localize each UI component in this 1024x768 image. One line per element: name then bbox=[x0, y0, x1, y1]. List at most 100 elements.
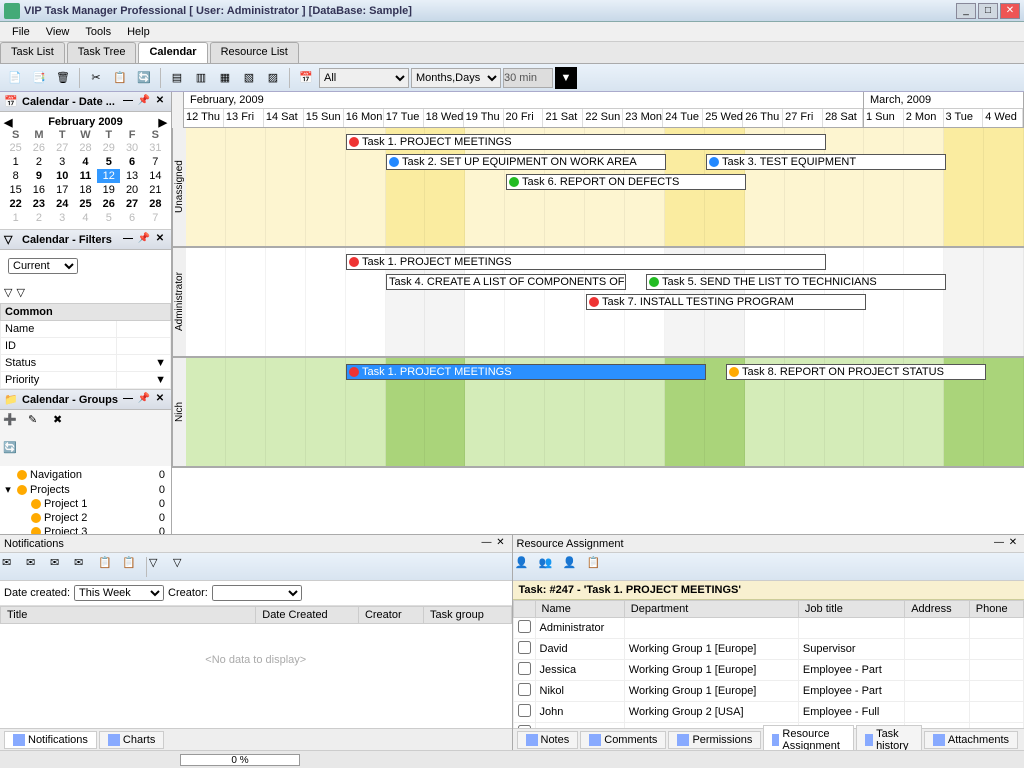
panel-close-icon[interactable]: ✕ bbox=[153, 95, 167, 109]
cal-day[interactable]: 24 bbox=[51, 197, 74, 211]
panel-min-icon[interactable]: — bbox=[121, 233, 135, 247]
cal-day[interactable]: 4 bbox=[74, 211, 97, 225]
date-created-select[interactable]: This Week bbox=[74, 585, 164, 601]
panel-pin-icon[interactable]: 📌 bbox=[137, 233, 151, 247]
notif-btn2[interactable]: ✉ bbox=[26, 556, 48, 578]
group-add-button[interactable]: ➕ bbox=[3, 413, 25, 435]
res-btn3[interactable]: 👤 bbox=[563, 556, 585, 578]
delete-task-button[interactable]: 🗑 bbox=[52, 67, 74, 89]
cal-day[interactable]: 20 bbox=[120, 183, 143, 197]
view4-button[interactable]: ▧ bbox=[238, 67, 260, 89]
cal-day[interactable]: 31 bbox=[144, 141, 167, 155]
notif-btn5[interactable]: 📋 bbox=[98, 556, 120, 578]
assign-checkbox[interactable] bbox=[518, 620, 531, 633]
cal-day[interactable]: 18 bbox=[74, 183, 97, 197]
gantt-day-header[interactable]: 25 Wed bbox=[703, 109, 743, 127]
new-subtask-button[interactable]: 📑 bbox=[28, 67, 50, 89]
cal-day[interactable]: 3 bbox=[51, 155, 74, 169]
cal-day[interactable]: 9 bbox=[27, 169, 50, 183]
notif-btn6[interactable]: 📋 bbox=[122, 556, 144, 578]
btab-charts[interactable]: Charts bbox=[99, 731, 164, 749]
pane-min-icon[interactable]: — bbox=[992, 537, 1006, 551]
res-col-header[interactable]: Job title bbox=[798, 601, 904, 618]
col-title[interactable]: Title bbox=[1, 607, 256, 624]
filter-field[interactable]: ID bbox=[1, 338, 117, 355]
cal-day[interactable]: 17 bbox=[51, 183, 74, 197]
cal-day[interactable]: 28 bbox=[74, 141, 97, 155]
group-refresh-button[interactable]: 🔄 bbox=[3, 441, 25, 463]
cal-day[interactable]: 16 bbox=[27, 183, 50, 197]
scale-select[interactable]: Months,Days bbox=[411, 68, 501, 88]
assign-checkbox[interactable] bbox=[518, 683, 531, 696]
cal-day[interactable]: 5 bbox=[97, 155, 120, 169]
btab-permissions[interactable]: Permissions bbox=[668, 731, 761, 749]
tab-resourcelist[interactable]: Resource List bbox=[210, 42, 299, 63]
gantt-day-header[interactable]: 26 Thu bbox=[743, 109, 783, 127]
cal-day[interactable]: 29 bbox=[97, 141, 120, 155]
res-col-header[interactable] bbox=[513, 601, 535, 618]
panel-pin-icon[interactable]: 📌 bbox=[137, 95, 151, 109]
gantt-day-header[interactable]: 4 Wed bbox=[983, 109, 1023, 127]
cal-day[interactable]: 15 bbox=[4, 183, 27, 197]
gantt-day-header[interactable]: 12 Thu bbox=[184, 109, 224, 127]
tab-tasktree[interactable]: Task Tree bbox=[67, 42, 137, 63]
cal-day[interactable]: 22 bbox=[4, 197, 27, 211]
group-edit-button[interactable]: ✎ bbox=[28, 413, 50, 435]
tree-node[interactable]: Navigation0 bbox=[2, 468, 169, 482]
gantt-day-header[interactable]: 18 Wed bbox=[424, 109, 464, 127]
cal-day[interactable]: 12 bbox=[97, 169, 120, 183]
filter-select[interactable]: All bbox=[319, 68, 409, 88]
tree-node[interactable]: Project 20 bbox=[2, 511, 169, 525]
cal-day[interactable]: 5 bbox=[97, 211, 120, 225]
cal-day[interactable]: 19 bbox=[97, 183, 120, 197]
gantt-task-bar[interactable]: Task 2. SET UP EQUIPMENT ON WORK AREA bbox=[386, 154, 666, 170]
tab-calendar[interactable]: Calendar bbox=[138, 42, 207, 63]
minimize-button[interactable]: _ bbox=[956, 3, 976, 19]
gantt-day-header[interactable]: 23 Mon bbox=[623, 109, 663, 127]
gantt-day-header[interactable]: 2 Mon bbox=[904, 109, 944, 127]
btab-attachments[interactable]: Attachments bbox=[924, 731, 1018, 749]
interval-dropdown[interactable]: ▼ bbox=[555, 67, 577, 89]
tree-node[interactable]: ▾Projects0 bbox=[2, 482, 169, 497]
cal-day[interactable]: 23 bbox=[27, 197, 50, 211]
cal-day[interactable]: 27 bbox=[120, 197, 143, 211]
cal-prev-button[interactable]: ◀ bbox=[4, 116, 12, 129]
interval-input[interactable] bbox=[503, 68, 553, 88]
resource-row[interactable]: JohnWorking Group 2 [USA]Employee - Full bbox=[513, 702, 1024, 723]
cal-day[interactable]: 7 bbox=[144, 155, 167, 169]
cal-day[interactable]: 25 bbox=[4, 141, 27, 155]
btab-notifications[interactable]: Notifications bbox=[4, 731, 97, 749]
cal-day[interactable]: 6 bbox=[120, 211, 143, 225]
res-btn1[interactable]: 👤 bbox=[515, 556, 537, 578]
calendar-date-panel-header[interactable]: 📅 Calendar - Date ... — 📌 ✕ bbox=[0, 92, 171, 112]
gantt-task-bar[interactable]: Task 3. TEST EQUIPMENT bbox=[706, 154, 946, 170]
gantt-task-bar[interactable]: Task 4. CREATE A LIST OF COMPONENTS OF E… bbox=[386, 274, 626, 290]
col-datecreated[interactable]: Date Created bbox=[256, 607, 359, 624]
btab-notes[interactable]: Notes bbox=[517, 731, 579, 749]
col-creator[interactable]: Creator bbox=[358, 607, 423, 624]
resource-row[interactable]: Administrator bbox=[513, 618, 1024, 639]
cal-day[interactable]: 21 bbox=[144, 183, 167, 197]
assign-checkbox[interactable] bbox=[518, 704, 531, 717]
calendar-groups-panel-header[interactable]: 📁 Calendar - Groups — 📌 ✕ bbox=[0, 390, 171, 410]
notif-btn3[interactable]: ✉ bbox=[50, 556, 72, 578]
gantt-task-bar[interactable]: Task 7. INSTALL TESTING PROGRAM bbox=[586, 294, 866, 310]
filter-field[interactable]: Name bbox=[1, 321, 117, 338]
filter-preset-select[interactable]: Current bbox=[8, 258, 78, 274]
gantt-day-header[interactable]: 15 Sun bbox=[304, 109, 344, 127]
cal-day[interactable]: 4 bbox=[74, 155, 97, 169]
panel-close-icon[interactable]: ✕ bbox=[153, 233, 167, 247]
close-button[interactable]: ✕ bbox=[1000, 3, 1020, 19]
view2-button[interactable]: ▥ bbox=[190, 67, 212, 89]
pane-close-icon[interactable]: ✕ bbox=[494, 537, 508, 551]
panel-min-icon[interactable]: — bbox=[121, 95, 135, 109]
cal-day[interactable]: 2 bbox=[27, 155, 50, 169]
gantt-day-header[interactable]: 22 Sun bbox=[583, 109, 623, 127]
cal-next-button[interactable]: ▶ bbox=[159, 116, 167, 129]
gantt-day-header[interactable]: 16 Mon bbox=[344, 109, 384, 127]
panel-close-icon[interactable]: ✕ bbox=[153, 393, 167, 407]
filter-section-common[interactable]: Common bbox=[1, 304, 171, 321]
gantt-day-header[interactable]: 14 Sat bbox=[264, 109, 304, 127]
res-col-header[interactable]: Phone bbox=[969, 601, 1023, 618]
res-btn4[interactable]: 📋 bbox=[587, 556, 609, 578]
